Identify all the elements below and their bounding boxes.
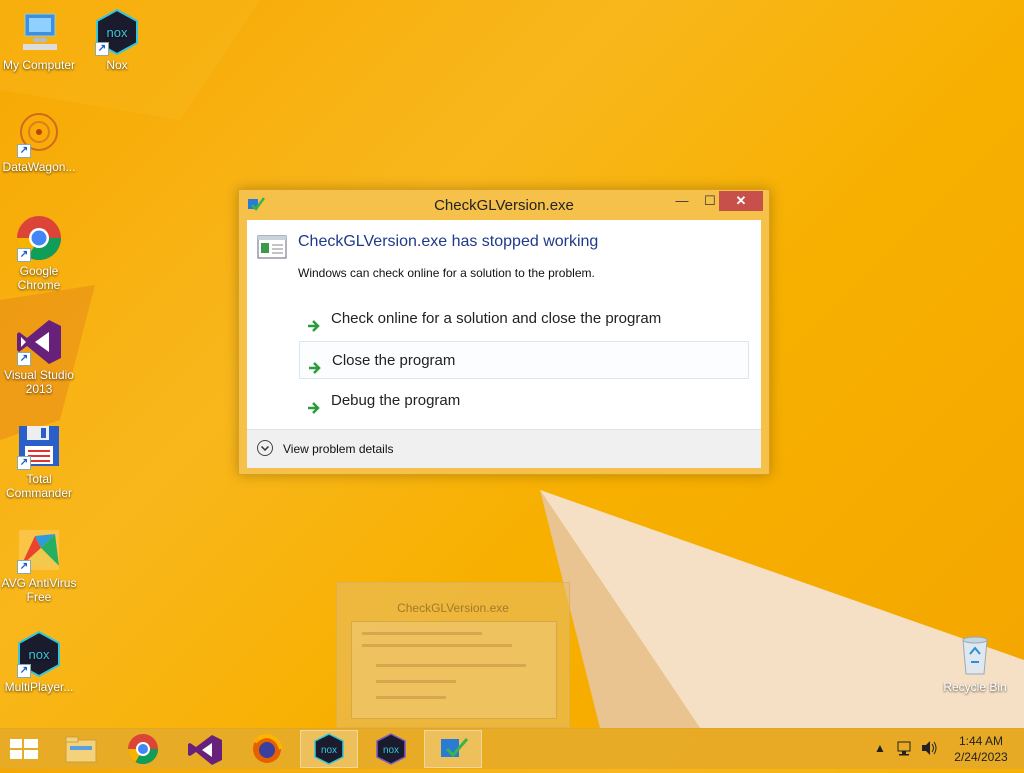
datawagon-icon: ↗ (15, 110, 63, 158)
close-button[interactable]: ✕ (719, 191, 763, 211)
clock-date: 2/24/2023 (954, 750, 1008, 764)
firefox-icon (253, 733, 283, 763)
desktop-icon-multiplayer[interactable]: nox ↗ MultiPlayer... (0, 630, 78, 694)
desktop-icon-visual-studio[interactable]: ↗ Visual Studio 2013 (0, 318, 78, 396)
folder-icon (65, 736, 97, 763)
taskbar-nox[interactable]: nox (300, 730, 358, 768)
start-button[interactable] (0, 730, 58, 768)
desktop-icon-label: Nox (106, 58, 128, 72)
chrome-icon (128, 734, 158, 765)
dialog-content: CheckGLVersion.exe has stopped working W… (247, 220, 761, 468)
dialog-titlebar[interactable]: CheckGLVersion.exe — ☐ ✕ (239, 190, 769, 220)
desktop-icon-chrome[interactable]: ↗ Google Chrome (0, 214, 78, 292)
volume-icon[interactable] (920, 739, 938, 760)
nox-icon: nox ↗ (93, 8, 141, 56)
desktop-icon-total-commander[interactable]: ↗ Total Commander (0, 422, 78, 500)
computer-icon (15, 8, 63, 56)
system-clock[interactable]: 1:44 AM 2/24/2023 (946, 733, 1016, 765)
check-online-option[interactable]: Check online for a solution and close th… (299, 300, 749, 338)
green-arrow-icon (306, 311, 322, 332)
ghost-content (351, 621, 557, 719)
svg-text:nox: nox (321, 745, 337, 756)
clock-time: 1:44 AM (958, 734, 1004, 748)
desktop-icon-my-computer[interactable]: My Computer (0, 8, 78, 72)
floppy-icon: ↗ (15, 422, 63, 470)
taskbar-visual-studio[interactable] (176, 730, 234, 768)
visual-studio-icon: ↗ (15, 318, 63, 366)
checkgl-icon (441, 738, 469, 758)
dialog-heading: CheckGLVersion.exe has stopped working (298, 233, 599, 250)
minimize-button[interactable]: — (669, 191, 695, 211)
recycle-bin-icon (951, 630, 999, 678)
visual-studio-icon (188, 735, 222, 765)
desktop-icon-label: DataWagon... (2, 160, 76, 174)
desktop-icon-label: AVG AntiVirus Free (1, 576, 77, 604)
chevron-down-icon[interactable] (257, 440, 273, 456)
dialog-subtext: Windows can check online for a solution … (298, 266, 595, 280)
green-arrow-icon (307, 353, 323, 374)
desktop-icon-nox[interactable]: nox ↗ Nox (78, 8, 156, 72)
green-arrow-icon (306, 393, 322, 414)
desktop-icon-label: Visual Studio 2013 (4, 368, 74, 396)
taskbar-file-explorer[interactable] (52, 730, 110, 768)
taskbar-checkglversion[interactable] (424, 730, 482, 768)
taskbar: nox nox ▲ 1:44 AM 2/24/2023 (0, 728, 1024, 769)
windows-logo-icon (10, 739, 38, 759)
desktop-icon-label: Google Chrome (17, 264, 61, 292)
ghost-window-preview: CheckGLVersion.exe (336, 582, 570, 728)
taskbar-firefox[interactable] (238, 730, 296, 768)
desktop-icon-datawagon[interactable]: ↗ DataWagon... (0, 110, 78, 174)
error-dialog: CheckGLVersion.exe — ☐ ✕ CheckGLVersion.… (238, 189, 770, 475)
option-label: Close the program (332, 352, 456, 369)
nox-multiplayer-icon: nox ↗ (15, 630, 63, 678)
network-icon[interactable] (896, 739, 914, 760)
svg-text:nox: nox (107, 25, 128, 40)
chrome-icon: ↗ (15, 214, 63, 262)
nox-multiplayer-icon: nox (376, 733, 406, 765)
nox-icon: nox (314, 733, 344, 765)
desktop-icon-label: Recycle Bin (943, 680, 1007, 694)
view-problem-details-link[interactable]: View problem details (283, 442, 394, 456)
svg-text:nox: nox (29, 647, 50, 662)
taskbar-chrome[interactable] (114, 730, 172, 768)
option-label: Check online for a solution and close th… (331, 310, 662, 327)
desktop-icon-label: Total Commander (5, 472, 73, 500)
desktop-icon-avg[interactable]: ↗ AVG AntiVirus Free (0, 526, 78, 604)
taskbar-nox-multiplayer[interactable]: nox (362, 730, 420, 768)
desktop-icon-recycle-bin[interactable]: Recycle Bin (936, 630, 1014, 694)
avg-icon: ↗ (15, 526, 63, 574)
ghost-title: CheckGLVersion.exe (397, 601, 509, 615)
desktop-icon-label: MultiPlayer... (4, 680, 74, 694)
desktop-icon-label: My Computer (2, 58, 76, 72)
svg-text:nox: nox (383, 745, 399, 756)
dialog-footer: View problem details (247, 429, 761, 468)
option-label: Debug the program (331, 392, 461, 409)
debug-program-option[interactable]: Debug the program (299, 382, 749, 420)
program-window-icon (257, 234, 287, 260)
close-program-option[interactable]: Close the program (299, 341, 749, 379)
tray-overflow-chevron[interactable]: ▲ (874, 741, 886, 755)
